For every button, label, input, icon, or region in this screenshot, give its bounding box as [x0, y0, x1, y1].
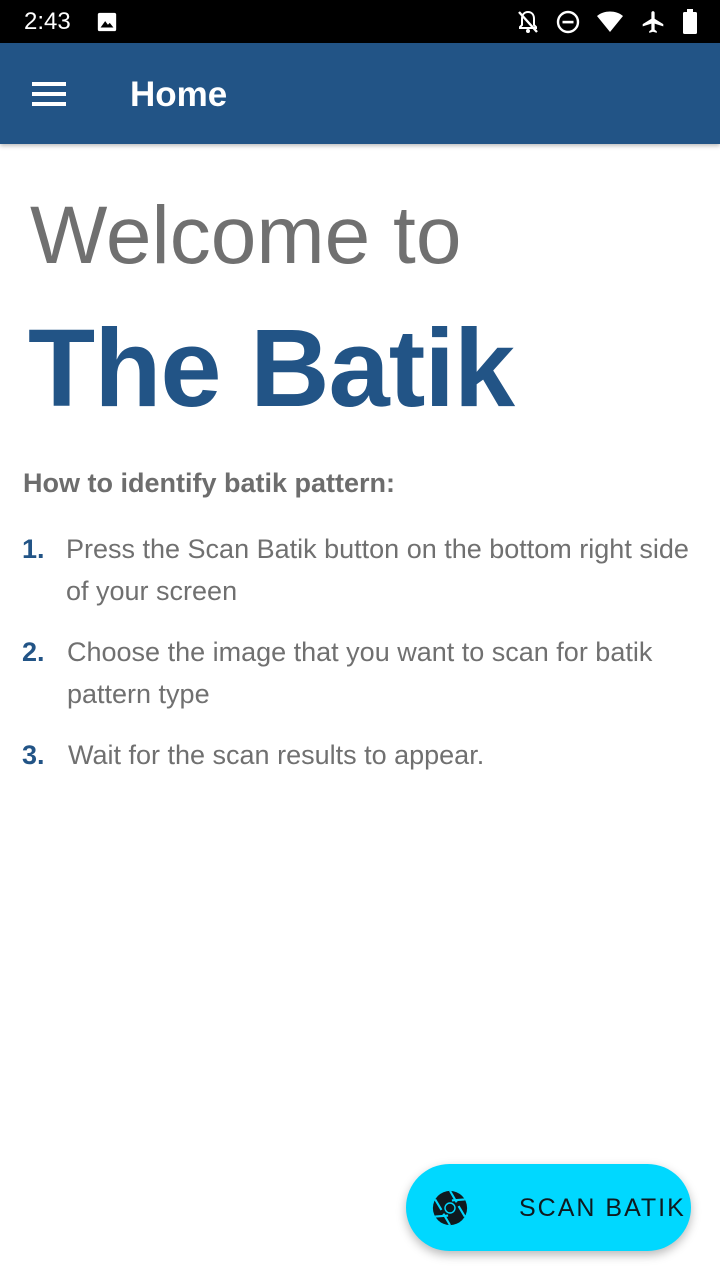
- wifi-icon: [597, 11, 623, 32]
- step-number: 3.: [22, 740, 45, 770]
- app-bar-title: Home: [130, 75, 228, 114]
- camera-shutter-icon: [432, 1189, 468, 1226]
- hamburger-menu-icon[interactable]: [32, 81, 68, 107]
- instructions-heading: How to identify batik pattern:: [23, 468, 396, 498]
- app-bar: Home: [0, 43, 720, 144]
- step-number: 1.: [22, 534, 45, 564]
- scan-batik-label[interactable]: SCAN BATIK: [519, 1193, 686, 1223]
- step-number: 2.: [22, 637, 45, 667]
- scan-batik-button[interactable]: SCAN BATIK: [406, 1164, 691, 1251]
- status-time: 2:43: [24, 8, 71, 35]
- step-text: Wait for the scan results to appear.: [68, 740, 485, 770]
- image-icon: [97, 12, 117, 32]
- notifications-off-icon: [518, 10, 538, 33]
- app-name-heading: The Batik: [28, 307, 515, 430]
- do-not-disturb-icon: [556, 10, 580, 34]
- status-icons: [516, 9, 698, 35]
- status-bar: 2:43: [0, 0, 720, 43]
- battery-icon: [683, 9, 697, 34]
- step-text: Press the Scan Batik button on the botto…: [66, 534, 689, 606]
- welcome-heading: Welcome to: [30, 190, 462, 281]
- step-text: Choose the image that you want to scan f…: [67, 637, 653, 709]
- airplane-mode-icon: [642, 11, 664, 33]
- menu-button[interactable]: [22, 71, 78, 117]
